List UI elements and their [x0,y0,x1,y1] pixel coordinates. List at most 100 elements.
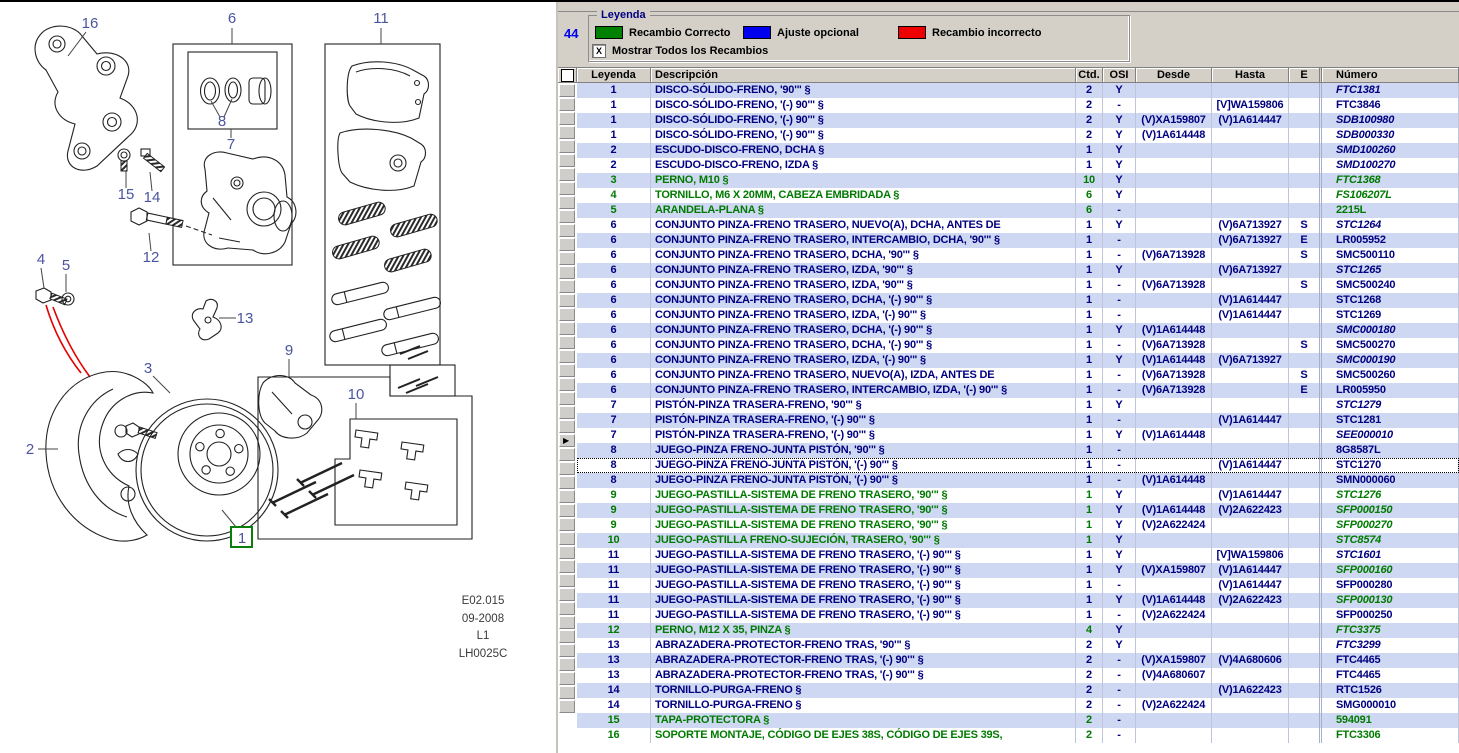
table-row[interactable]: 2ESCUDO-DISCO-FRENO, DCHA §1YSMD100260 [577,143,1459,158]
record-selector[interactable] [559,658,575,671]
table-row[interactable]: 14TORNILLO-PURGA-FRENO §2-(V)2A622424SMG… [577,698,1459,713]
record-selector[interactable] [559,490,575,503]
record-selector[interactable] [559,266,575,279]
select-all-box[interactable] [558,68,577,82]
record-selector[interactable] [559,476,575,489]
record-selector[interactable] [559,280,575,293]
callout-16[interactable]: 16 [82,15,99,32]
callout-5[interactable]: 5 [62,257,70,274]
table-row[interactable]: 16SOPORTE MONTAJE, CÓDIGO DE EJES 38S, C… [577,728,1459,743]
record-selector[interactable] [559,630,575,643]
table-row[interactable]: 1DISCO-SÓLIDO-FRENO, '90'" §2YFTC1381 [577,83,1459,98]
record-selector-current[interactable]: ▶ [559,434,575,447]
callout-12[interactable]: 12 [143,249,160,266]
record-selector[interactable] [559,588,575,601]
table-row[interactable]: 14TORNILLO-PURGA-FRENO §2-(V)1A622423RTC… [577,683,1459,698]
record-selector[interactable] [559,238,575,251]
table-row[interactable]: 8JUEGO-PINZA FRENO-JUNTA PISTÓN, '(-) 90… [577,473,1459,488]
table-row-selected[interactable]: 8JUEGO-PINZA FRENO-JUNTA PISTÓN, '(-) 90… [577,458,1459,473]
record-selector[interactable] [559,98,575,111]
table-row[interactable]: 1DISCO-SÓLIDO-FRENO, '(-) 90'" §2Y(V)1A6… [577,128,1459,143]
table-row[interactable]: 3PERNO, M10 §10YFTC1368 [577,173,1459,188]
record-selector[interactable] [559,378,575,391]
table-row[interactable]: 6CONJUNTO PINZA-FRENO TRASERO, NUEVO(A),… [577,218,1459,233]
record-selector[interactable] [559,84,575,97]
table-row[interactable]: 8JUEGO-PINZA FRENO-JUNTA PISTÓN, '90'" §… [577,443,1459,458]
callout-10[interactable]: 10 [348,386,365,403]
record-selector[interactable] [559,532,575,545]
record-selector[interactable] [559,602,575,615]
callout-13[interactable]: 13 [237,310,254,327]
record-selector[interactable] [559,308,575,321]
record-selector[interactable] [559,154,575,167]
record-selector[interactable] [559,448,575,461]
record-selector[interactable] [559,504,575,517]
table-row[interactable]: 11JUEGO-PASTILLA-SISTEMA DE FRENO TRASER… [577,593,1459,608]
table-row[interactable]: 11JUEGO-PASTILLA-SISTEMA DE FRENO TRASER… [577,563,1459,578]
table-row[interactable]: 7PISTÓN-PINZA TRASERA-FRENO, '(-) 90'" §… [577,413,1459,428]
table-row[interactable]: 4TORNILLO, M6 X 20MM, CABEZA EMBRIDADA §… [577,188,1459,203]
table-row[interactable]: 5ARANDELA-PLANA §6-2215L [577,203,1459,218]
record-selector[interactable] [559,700,575,713]
record-selector[interactable] [559,686,575,699]
callout-7[interactable]: 7 [227,136,235,153]
callout-11[interactable]: 11 [373,10,389,27]
table-row[interactable]: 6CONJUNTO PINZA-FRENO TRASERO, DCHA, '90… [577,248,1459,263]
table-row[interactable]: 6CONJUNTO PINZA-FRENO TRASERO, IZDA, '(-… [577,308,1459,323]
table-row[interactable]: 11JUEGO-PASTILLA-SISTEMA DE FRENO TRASER… [577,608,1459,623]
table-row[interactable]: 6CONJUNTO PINZA-FRENO TRASERO, IZDA, '(-… [577,353,1459,368]
record-selector[interactable] [559,392,575,405]
record-selector[interactable] [559,252,575,265]
record-selector[interactable] [559,126,575,139]
table-row[interactable]: 6CONJUNTO PINZA-FRENO TRASERO, INTERCAMB… [577,233,1459,248]
table-row[interactable]: 6CONJUNTO PINZA-FRENO TRASERO, DCHA, '(-… [577,323,1459,338]
record-selector[interactable] [559,406,575,419]
table-row[interactable]: 12PERNO, M12 X 35, PINZA §4YFTC3375 [577,623,1459,638]
table-row[interactable]: 11JUEGO-PASTILLA-SISTEMA DE FRENO TRASER… [577,578,1459,593]
table-row[interactable]: 6CONJUNTO PINZA-FRENO TRASERO, INTERCAMB… [577,383,1459,398]
show-all-checkbox[interactable]: X [592,44,606,58]
callout-14[interactable]: 14 [144,189,161,206]
record-selector[interactable] [559,518,575,531]
record-selector[interactable] [559,196,575,209]
record-selector[interactable] [559,672,575,685]
table-row[interactable]: 13ABRAZADERA-PROTECTOR-FRENO TRAS, '(-) … [577,668,1459,683]
record-selector[interactable] [559,560,575,573]
record-selector[interactable] [559,336,575,349]
callout-15[interactable]: 15 [118,186,135,203]
table-row[interactable]: 1DISCO-SÓLIDO-FRENO, '(-) 90'" §2Y(V)XA1… [577,113,1459,128]
table-row[interactable]: 6CONJUNTO PINZA-FRENO TRASERO, NUEVO(A),… [577,368,1459,383]
record-selector[interactable] [559,644,575,657]
record-selector[interactable] [559,182,575,195]
callout-8[interactable]: 8 [218,113,226,130]
table-row[interactable]: 13ABRAZADERA-PROTECTOR-FRENO TRAS, '90'"… [577,638,1459,653]
table-row[interactable]: 9JUEGO-PASTILLA-SISTEMA DE FRENO TRASERO… [577,488,1459,503]
table-row[interactable]: 6CONJUNTO PINZA-FRENO TRASERO, IZDA, '90… [577,278,1459,293]
callout-4[interactable]: 4 [37,251,45,268]
record-selector[interactable] [559,364,575,377]
callout-1[interactable]: 1 [238,530,246,547]
table-row[interactable]: 6CONJUNTO PINZA-FRENO TRASERO, DCHA, '(-… [577,293,1459,308]
table-row[interactable]: 10JUEGO-PASTILLA FRENO-SUJECIÓN, TRASERO… [577,533,1459,548]
record-selector[interactable] [559,210,575,223]
record-selector[interactable] [559,168,575,181]
record-selector[interactable] [559,462,575,475]
table-row[interactable]: 11JUEGO-PASTILLA-SISTEMA DE FRENO TRASER… [577,548,1459,563]
callout-2[interactable]: 2 [26,441,34,458]
table-row[interactable]: 2ESCUDO-DISCO-FRENO, IZDA §1YSMD100270 [577,158,1459,173]
record-selector[interactable] [559,224,575,237]
table-row[interactable]: 6CONJUNTO PINZA-FRENO TRASERO, DCHA, '(-… [577,338,1459,353]
table-row[interactable]: 13ABRAZADERA-PROTECTOR-FRENO TRAS, '(-) … [577,653,1459,668]
record-selector[interactable] [559,420,575,433]
table-row[interactable]: 7PISTÓN-PINZA TRASERA-FRENO, '(-) 90'" §… [577,428,1459,443]
table-row[interactable]: 6CONJUNTO PINZA-FRENO TRASERO, IZDA, '90… [577,263,1459,278]
record-selector[interactable] [559,616,575,629]
callout-9[interactable]: 9 [285,342,293,359]
table-row[interactable]: 1DISCO-SÓLIDO-FRENO, '(-) 90'" §2-[V]WA1… [577,98,1459,113]
record-selector[interactable] [559,350,575,363]
record-selector[interactable] [559,322,575,335]
table-row[interactable]: 7PISTÓN-PINZA TRASERA-FRENO, '90'" §1YST… [577,398,1459,413]
record-selector[interactable] [559,574,575,587]
record-selector[interactable] [559,546,575,559]
table-row[interactable]: 9JUEGO-PASTILLA-SISTEMA DE FRENO TRASERO… [577,518,1459,533]
